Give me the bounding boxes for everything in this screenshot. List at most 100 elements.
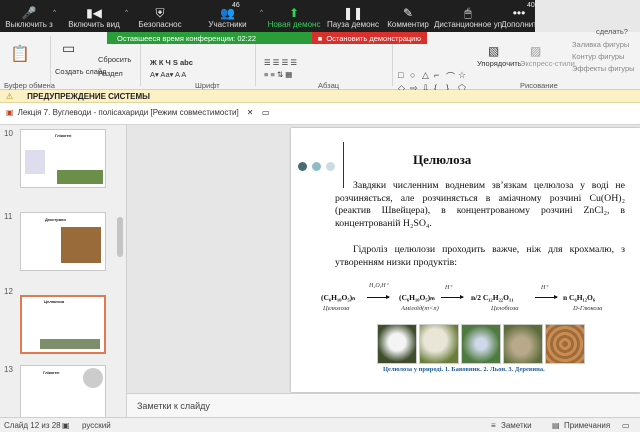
zoom-meeting-toolbar: 🎤 Выключить з ^ ▮◀ Включить вид ^ ⛨ Безо…: [0, 0, 537, 32]
more-button[interactable]: ••• 40 Дополнит: [501, 0, 537, 32]
separator: [50, 36, 51, 86]
align-icons[interactable]: ☰ ☰ ☰ ☰: [264, 58, 297, 67]
thumb-number: 13: [4, 365, 13, 374]
reaction-arrow: [367, 295, 390, 299]
decor-dot: [312, 162, 321, 171]
restore-icon[interactable]: ▭: [262, 108, 270, 117]
thumb-figure: [57, 170, 103, 184]
annotate-button[interactable]: ✎ Комментир: [383, 0, 433, 32]
participants-button[interactable]: 👥 46 Участники ^: [190, 0, 265, 32]
thumb-scrollbar[interactable]: [117, 217, 123, 257]
flax-plant-photo: [503, 324, 543, 364]
stop-share-label: Остановить демонстрацию: [326, 33, 421, 43]
new-share-button[interactable]: ⬆ Новая демонс: [265, 0, 323, 32]
status-bar: Слайд 12 из 28 ▣ русский ≡ Заметки ▤ При…: [0, 417, 640, 432]
chevron-up-icon[interactable]: ^: [125, 10, 128, 16]
thumbnail-slide-13[interactable]: Глікоген: [20, 365, 106, 417]
mute-button[interactable]: 🎤 Выключить з ^: [0, 0, 58, 32]
arrange-icon[interactable]: ▧: [488, 44, 499, 58]
slide-title[interactable]: Целюлоза: [413, 152, 471, 168]
chevron-up-icon[interactable]: ^: [260, 10, 263, 16]
new-slide-icon[interactable]: ▭: [62, 40, 75, 57]
decor-dot: [298, 162, 307, 171]
notes-placeholder: Заметки к слайду: [137, 401, 210, 411]
warning-title: ПРЕДУПРЕЖДЕНИЕ СИСТЕМЫ: [27, 91, 150, 101]
shape-outline-button[interactable]: Контур фигуры: [572, 52, 624, 61]
slide-paragraph-2[interactable]: Гідроліз целюлози проходить важче, ніж д…: [335, 244, 625, 269]
reset-button[interactable]: Сбросить: [98, 55, 131, 64]
spellcheck-icon[interactable]: ▣: [62, 421, 70, 430]
thumb-title: Декстрани: [45, 217, 66, 222]
warning-icon: ⚠: [6, 91, 14, 101]
tell-me-box[interactable]: сделать?: [596, 27, 628, 36]
comments-icon: ▤: [552, 421, 560, 430]
shape-effects-button[interactable]: Эффекты фигуры: [572, 64, 635, 73]
formula-caption: Амілоїд(m<n): [401, 305, 439, 312]
document-title: Лекція 7. Вуглеводи - полісахариди [Режи…: [17, 108, 239, 117]
express-styles-icon[interactable]: ▨: [530, 44, 541, 58]
section-button[interactable]: Раздел: [98, 69, 123, 78]
annotate-label: Комментир: [387, 20, 429, 29]
remote-control-label: Дистанционное уп: [433, 20, 503, 29]
formula-term: n C₆H₁₂O₆: [563, 293, 596, 302]
formula-term: n/2 C₁₂H₂₂O₁₁: [471, 293, 514, 302]
thumbnail-slide-12[interactable]: Целюлоза: [20, 295, 106, 354]
remote-control-button[interactable]: 🖱 Дистанционное уп: [433, 0, 503, 32]
formula-term: (C₆H₁₀O₅)ₘ: [399, 293, 435, 302]
arrange-button[interactable]: Упорядочить: [477, 59, 522, 68]
security-label: Безопаснос: [138, 20, 182, 29]
cotton-boll-photo: [419, 324, 459, 364]
more-label: Дополнит: [501, 20, 537, 29]
stop-share-button[interactable]: ■ Остановить демонстрацию: [311, 32, 427, 44]
more-icon: •••: [512, 6, 526, 20]
close-icon[interactable]: ✕: [247, 108, 254, 117]
reaction-arrow: [535, 295, 558, 299]
font-color-icon[interactable]: A▾ Aa▾ A A: [150, 70, 186, 79]
pause-icon: ❚❚: [342, 6, 364, 20]
more-badge: 40: [527, 2, 535, 9]
pause-share-button[interactable]: ❚❚ Пауза демонс: [323, 0, 383, 32]
chevron-up-icon[interactable]: ^: [53, 10, 56, 16]
start-video-label: Включить вид: [68, 20, 120, 29]
express-styles-button[interactable]: Экспресс-стили: [520, 59, 575, 68]
thumb-title: Глікоген: [55, 133, 72, 138]
thumbnail-slide-11[interactable]: Декстрани: [20, 212, 106, 271]
clipboard-group-label: Буфер обмена: [4, 81, 55, 90]
microphone-icon: 🎤: [21, 6, 37, 20]
share-screen-icon: ⬆: [288, 6, 300, 20]
comments-toggle-button[interactable]: Примечания: [564, 421, 610, 430]
language-indicator[interactable]: русский: [82, 421, 111, 430]
list-icons[interactable]: ≡ ≡ ⇅ ▦: [264, 70, 292, 79]
mute-label: Выключить з: [5, 20, 53, 29]
remote-control-icon: 🖱: [464, 6, 472, 20]
paste-icon[interactable]: 📋: [10, 44, 30, 64]
reaction-arrow: [441, 295, 464, 299]
participants-label: Участники: [208, 20, 247, 29]
thumb-title: Глікоген: [43, 370, 60, 375]
security-button[interactable]: ⛨ Безопаснос: [130, 0, 190, 32]
paragraph-group-label: Абзац: [318, 81, 340, 90]
slide-paragraph-1[interactable]: Завдяки численним водневим зв’язкам целю…: [335, 180, 625, 230]
normal-view-icon[interactable]: ▭: [622, 421, 630, 430]
thumb-figure: [61, 227, 101, 263]
formula-caption: Целобіоза: [491, 305, 519, 312]
slide-thumbnails-pane: 10 Глікоген 11 Декстрани 12 Целюлоза 13 …: [0, 125, 127, 417]
flax-photo: [461, 324, 501, 364]
decor-dot: [326, 162, 335, 171]
notes-toggle-button[interactable]: Заметки: [501, 421, 532, 430]
document-tab[interactable]: ▣ Лекція 7. Вуглеводи - полісахариди [Ре…: [6, 108, 253, 117]
slide-canvas[interactable]: Целюлоза Завдяки численним водневим зв’я…: [291, 128, 640, 392]
shield-icon: ⛨: [155, 6, 165, 20]
start-video-button[interactable]: ▮◀ Включить вид ^: [58, 0, 130, 32]
thumb-number: 11: [4, 212, 13, 221]
system-warning-bar: ⚠ ПРЕДУПРЕЖДЕНИЕ СИСТЕМЫ: [0, 90, 640, 103]
bold-icon[interactable]: Ж К Ч S abc: [150, 58, 193, 67]
formula-condition: H₂O,H⁺: [369, 283, 389, 289]
slide-notes[interactable]: Заметки к слайду: [127, 393, 640, 417]
thumbnail-slide-10[interactable]: Глікоген: [20, 129, 106, 188]
shape-fill-button[interactable]: Заливка фигуры: [572, 40, 629, 49]
cotton-photo: [377, 324, 417, 364]
thumb-number: 10: [4, 129, 13, 138]
formula-condition: H⁺: [445, 285, 453, 291]
document-titlebar: ▣ Лекція 7. Вуглеводи - полісахариди [Ре…: [0, 103, 640, 125]
